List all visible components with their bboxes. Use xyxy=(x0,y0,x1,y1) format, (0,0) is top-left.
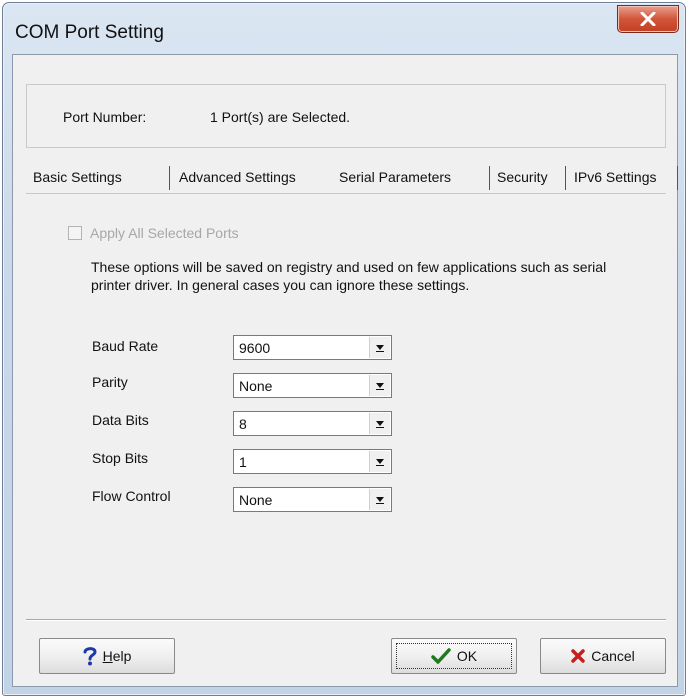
chevron-down-icon[interactable] xyxy=(369,451,390,472)
stop-bits-label: Stop Bits xyxy=(92,450,149,466)
tab-separator xyxy=(565,166,566,190)
help-label: Help xyxy=(102,648,132,664)
apply-all-label: Apply All Selected Ports xyxy=(90,225,239,241)
port-number-box: Port Number: 1 Port(s) are Selected. xyxy=(26,84,666,148)
tab-bar: Basic Settings Advanced Settings Serial … xyxy=(27,160,678,194)
stop-bits-select[interactable]: 1 xyxy=(233,449,392,474)
tab-ipv6-settings[interactable]: IPv6 Settings xyxy=(568,160,678,194)
cancel-x-icon xyxy=(571,649,585,663)
cancel-label: Cancel xyxy=(591,648,635,664)
tab-advanced-settings[interactable]: Advanced Settings xyxy=(173,160,333,194)
baud-rate-select[interactable]: 9600 xyxy=(233,335,392,360)
serial-note: These options will be saved on registry … xyxy=(91,259,607,293)
data-bits-value: 8 xyxy=(239,416,247,432)
chevron-down-icon[interactable] xyxy=(369,375,390,396)
button-row-separator xyxy=(26,619,666,621)
serial-parameters-panel: Apply All Selected Ports These options w… xyxy=(26,193,666,603)
apply-all-row[interactable]: Apply All Selected Ports xyxy=(68,224,239,242)
port-number-label: Port Number: xyxy=(63,109,147,125)
close-icon xyxy=(640,12,656,26)
ok-button[interactable]: OK xyxy=(391,638,517,674)
flow-control-value: None xyxy=(239,492,273,508)
window-title: COM Port Setting xyxy=(15,22,164,43)
flow-control-select[interactable]: None xyxy=(233,487,392,512)
help-button[interactable]: Help xyxy=(39,638,175,674)
tab-separator xyxy=(677,166,678,190)
parity-select[interactable]: None xyxy=(233,373,392,398)
parity-value: None xyxy=(239,378,273,394)
tab-separator xyxy=(489,166,490,190)
focus-rectangle xyxy=(396,643,512,669)
baud-rate-label: Baud Rate xyxy=(92,338,159,354)
flow-control-label: Flow Control xyxy=(92,488,171,504)
close-button[interactable] xyxy=(617,5,679,33)
chevron-down-icon[interactable] xyxy=(369,489,390,510)
dialog-client-area: Port Number: 1 Port(s) are Selected. Bas… xyxy=(12,54,678,687)
dialog-window: COM Port Setting Port Number: 1 Port(s) … xyxy=(2,2,686,696)
baud-rate-value: 9600 xyxy=(239,340,271,356)
parity-label: Parity xyxy=(92,374,128,390)
chevron-down-icon[interactable] xyxy=(369,413,390,434)
apply-all-checkbox[interactable] xyxy=(68,226,82,240)
tab-basic-settings[interactable]: Basic Settings xyxy=(27,160,165,194)
question-icon xyxy=(83,646,97,666)
tab-serial-parameters[interactable]: Serial Parameters xyxy=(333,160,489,194)
data-bits-label: Data Bits xyxy=(92,412,149,428)
data-bits-select[interactable]: 8 xyxy=(233,411,392,436)
tab-security[interactable]: Security xyxy=(491,160,563,194)
stop-bits-value: 1 xyxy=(239,454,247,470)
tab-separator xyxy=(169,166,170,190)
chevron-down-icon[interactable] xyxy=(369,337,390,358)
port-number-value: 1 Port(s) are Selected. xyxy=(210,109,351,125)
cancel-button[interactable]: Cancel xyxy=(540,638,666,674)
